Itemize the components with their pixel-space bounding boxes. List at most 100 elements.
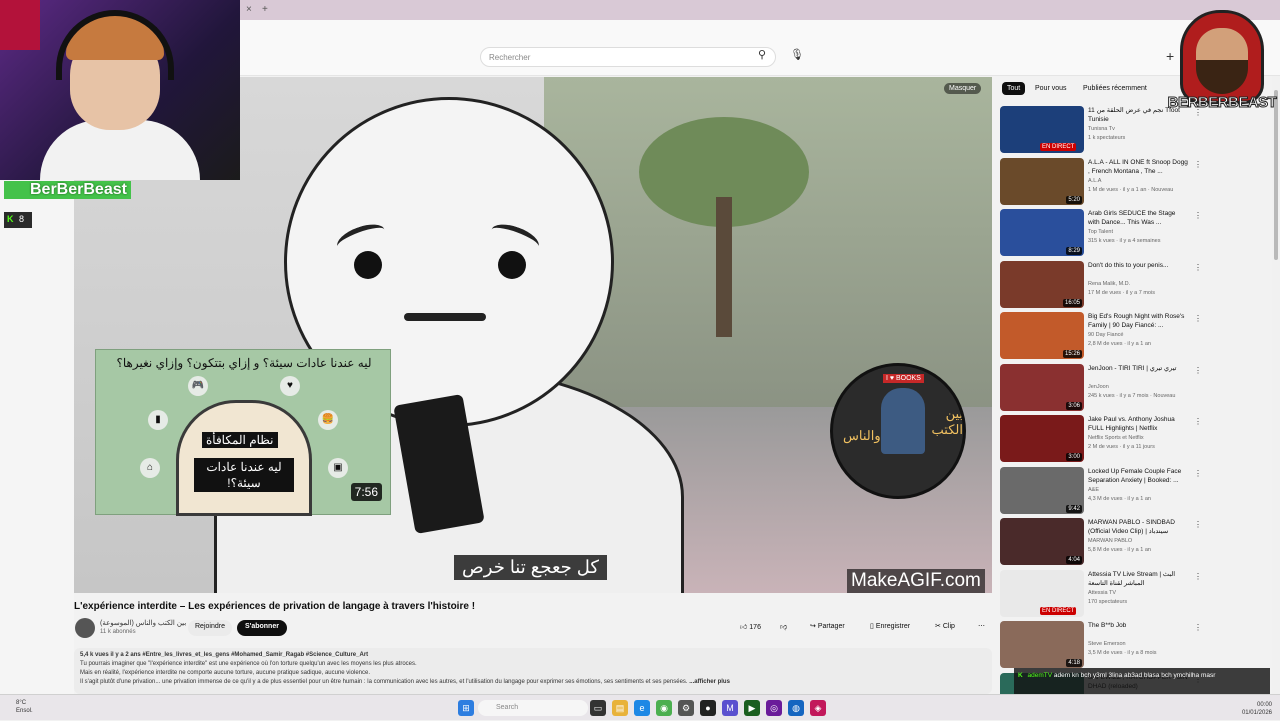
more-options-icon[interactable]: ⋮ [1194, 417, 1202, 426]
scissors-icon: ✂ [935, 623, 941, 630]
media-icon[interactable]: ◈ [810, 700, 826, 716]
recommendation-item[interactable]: 4:18 The B**b Job Steve Emerson 3,5 M de vu… [1000, 621, 1202, 669]
more-options-icon[interactable]: ⋮ [1194, 211, 1202, 220]
recommendation-item[interactable]: 3:00 Jake Paul vs. Anthony Joshua FULL Hi… [1000, 415, 1202, 463]
duration-badge: 15:26 [1062, 350, 1082, 358]
recommendation-title[interactable]: The B**b Job [1088, 621, 1188, 630]
recommendation-meta: 2 M de vues · il y a 11 jours [1088, 444, 1155, 450]
more-options-icon[interactable]: ⋮ [1194, 623, 1202, 632]
brand-name: BERBERBEAST [1167, 94, 1277, 112]
like-button[interactable]: 👍︎ 176 [740, 622, 761, 631]
start-icon[interactable]: ⊞ [458, 700, 474, 716]
more-options-icon[interactable]: ⋮ [1194, 314, 1202, 323]
recommendation-item[interactable]: 3:06 JenJoon - TIRI TIRI | تيري تيري JenJo… [1000, 363, 1202, 412]
search-input[interactable]: Rechercher [480, 47, 776, 67]
channel-avatar[interactable] [75, 618, 95, 638]
more-options-icon[interactable]: ⋮ [1194, 160, 1202, 169]
channel-logo-overlay[interactable]: I ♥ BOOKS بين الكتب والناس [830, 363, 966, 499]
recommendation-meta: 245 k vues · il y a 7 mois · Nouveau [1088, 392, 1176, 399]
edge-icon[interactable]: e [634, 700, 650, 716]
more-options-icon[interactable]: ⋮ [1194, 469, 1202, 478]
recommendation-title[interactable]: Locked Up Female Couple Face Separation … [1088, 467, 1188, 485]
system-clock[interactable]: 00:00 01/01/2026 [1242, 701, 1272, 717]
subscribe-button[interactable]: S'abonner [237, 620, 287, 636]
recommendation-item[interactable]: 5:20 A.L.A - ALL IN ONE ft Snoop Dogg , F… [1000, 157, 1202, 206]
recommendation-title[interactable]: JenJoon - TIRI TIRI | تيري تيري [1088, 364, 1188, 373]
recommendation-channel[interactable]: Rena Malik, M.D. [1088, 281, 1188, 287]
obs-icon[interactable]: ● [700, 700, 716, 716]
viewer-count-badge: K 8 [4, 212, 32, 228]
save-label: Enregistrer [875, 623, 911, 630]
share-button[interactable]: ↪ Partager [810, 622, 845, 630]
chip-for-you[interactable]: Pour vous [1030, 82, 1072, 95]
hide-overlay-button[interactable]: Masquer [944, 83, 982, 94]
microphone-icon[interactable]: 🎙 [790, 48, 804, 66]
recommendation-item[interactable]: 4:04 MARWAN PABLO - SINDBAD (Official Vid… [1000, 518, 1202, 566]
terminal-icon[interactable]: ▶ [744, 700, 760, 716]
taskbar-search[interactable]: Search [478, 700, 588, 716]
bookmark-icon: ▯ [870, 623, 874, 630]
recommendation-channel[interactable]: MARWAN PABLO [1088, 538, 1188, 544]
new-tab-icon[interactable]: + [262, 4, 268, 15]
channel-name[interactable]: بين الكتب والناس (الموسوعة) [100, 619, 186, 627]
chrome-icon[interactable]: ◉ [656, 700, 672, 716]
more-options-icon[interactable]: ⋮ [1194, 572, 1202, 581]
recommendation-item[interactable]: 15:26 Big Ed's Rough Night with Rose's Fa… [1000, 312, 1202, 360]
video-description[interactable]: 5,4 k vues il y a 2 ans #Entre_les_livre… [74, 648, 992, 694]
task-view-icon[interactable]: ▭ [590, 700, 606, 716]
recommendation-item[interactable]: EN DIRECT Attessia TV Live Stream | البث … [1000, 569, 1202, 618]
recommendation-item[interactable]: 9:42 Locked Up Female Couple Face Separat… [1000, 466, 1202, 515]
recommendation-title[interactable]: Don't do this to your penis... [1088, 261, 1188, 270]
recommendation-item[interactable]: 8:29 Arab Girls SEDUCE the Stage with Dan… [1000, 209, 1202, 257]
filter-chips: Tout Pour vous Publiées récemment [1000, 80, 1170, 98]
recommendation-channel[interactable]: A.L.A [1088, 178, 1188, 184]
streamer-name-banner: BerBerBeast [4, 181, 131, 199]
recommendation-channel[interactable]: Attessia TV [1088, 590, 1188, 596]
recommendation-channel[interactable]: JenJoon [1088, 384, 1188, 390]
house-icon: ⌂ [140, 458, 160, 478]
share-icon: ↪ [810, 623, 816, 630]
more-actions-button[interactable]: ⋯ [978, 622, 985, 630]
chip-recent[interactable]: Publiées récemment [1078, 82, 1152, 95]
clock-date: 01/01/2026 [1241, 710, 1272, 716]
recommendation-meta: 17 M de vues · il y a 7 mois [1088, 289, 1155, 296]
logo-person-illustration [881, 388, 925, 454]
show-more-link[interactable]: ...afficher plus [689, 679, 730, 685]
recommendation-meta: 4,3 M de vues · il y a 1 an [1088, 495, 1151, 502]
more-options-icon[interactable]: ⋮ [1194, 520, 1202, 529]
browser-icon[interactable]: ◍ [788, 700, 804, 716]
file-explorer-icon[interactable]: ▤ [612, 700, 628, 716]
recommendation-title[interactable]: MARWAN PABLO - SINDBAD (Official Video C… [1088, 518, 1188, 536]
app-icon[interactable]: M [722, 700, 738, 716]
recommendation-meta: 1 M de vues · il y a 1 an · Nouveau [1088, 186, 1174, 193]
recommendation-channel[interactable]: Top Talent [1088, 229, 1188, 235]
recommendation-channel[interactable]: Steve Emerson [1088, 641, 1188, 647]
end-screen-video-thumbnail[interactable]: ليه عندنا عادات سيئة؟ و إزاي بتتكون؟ وإز… [95, 349, 391, 516]
recommendation-item[interactable]: 16:05 Don't do this to your penis... Rena … [1000, 260, 1202, 309]
dislike-button[interactable]: 👎︎ [780, 622, 787, 631]
recommendation-channel[interactable]: A&E [1088, 487, 1188, 493]
discord-icon[interactable]: ◎ [766, 700, 782, 716]
recommendation-channel[interactable]: Netflix Sports et Netflix [1088, 435, 1188, 441]
chip-all[interactable]: Tout [1002, 82, 1026, 95]
tab-close-icon[interactable]: × [246, 4, 252, 15]
recommendation-channel[interactable]: 90 Day Fiancé [1088, 332, 1188, 338]
more-options-icon[interactable]: ⋮ [1194, 263, 1202, 272]
character-left-eye [354, 251, 382, 279]
search-icon[interactable]: ⚲ [752, 48, 772, 66]
settings-icon[interactable]: ⚙ [678, 700, 694, 716]
recommendation-title[interactable]: Attessia TV Live Stream | البث المباشر ل… [1088, 570, 1188, 588]
recommendation-title[interactable]: Big Ed's Rough Night with Rose's Family … [1088, 312, 1188, 330]
recommendation-title[interactable]: Jake Paul vs. Anthony Joshua FULL Highli… [1088, 415, 1188, 433]
description-line: Tu pourrais imaginer que "l'expérience i… [80, 661, 417, 667]
recommendation-title[interactable]: A.L.A - ALL IN ONE ft Snoop Dogg , Frenc… [1088, 158, 1188, 176]
duration-badge: 4:04 [1066, 556, 1082, 564]
streamer-webcam [0, 0, 240, 180]
more-options-icon[interactable]: ⋮ [1194, 366, 1202, 375]
tunisia-flag [0, 0, 40, 50]
recommendation-title[interactable]: Arab Girls SEDUCE the Stage with Dance..… [1088, 209, 1188, 227]
clip-button[interactable]: ✂ Clip [935, 622, 955, 630]
weather-widget[interactable]: 8°C Ensol. [16, 699, 33, 715]
save-button[interactable]: ▯ Enregistrer [870, 622, 910, 630]
join-button[interactable]: Rejoindre [188, 620, 232, 636]
